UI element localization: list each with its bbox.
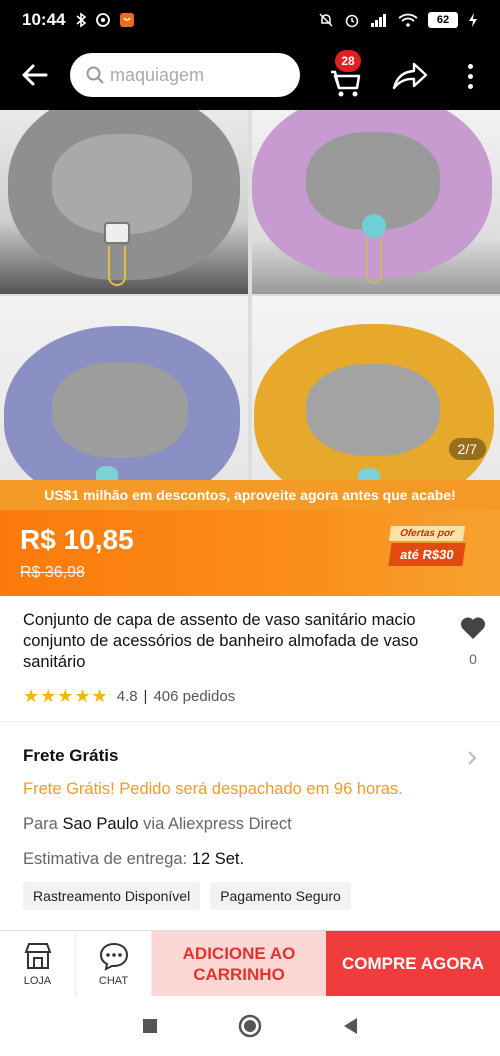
- rating-separator: |: [143, 688, 148, 705]
- charging-icon: [469, 13, 477, 27]
- product-info: Conjunto de capa de assento de vaso sani…: [0, 596, 500, 722]
- wishlist-count: 0: [469, 651, 477, 667]
- shipping-destination: Para Sao Paulo via Aliexpress Direct: [23, 815, 292, 834]
- silent-icon: [319, 13, 333, 27]
- destination-suffix: via Aliexpress Direct: [138, 815, 292, 833]
- cart-button[interactable]: 28: [325, 50, 371, 100]
- image-counter: 2/7: [448, 438, 486, 460]
- recent-apps-icon[interactable]: [142, 1018, 158, 1034]
- shipping-tags: Rastreamento Disponível Pagamento Seguro: [23, 882, 351, 910]
- promo-banner[interactable]: US$1 milhão em descontos, aproveite agor…: [0, 480, 500, 510]
- share-button[interactable]: [390, 58, 430, 94]
- chat-icon: [99, 942, 128, 971]
- back-button[interactable]: [0, 40, 70, 110]
- add-to-cart-button[interactable]: ADICIONE AO CARRINHO: [152, 931, 326, 997]
- home-icon[interactable]: [238, 1014, 262, 1038]
- store-label: LOJA: [23, 975, 52, 987]
- eta-prefix: Estimativa de entrega:: [23, 850, 192, 868]
- store-button[interactable]: LOJA: [0, 931, 76, 997]
- signal-icon: [371, 14, 386, 27]
- dot-icon: [467, 83, 473, 89]
- gallery-image-pink: [252, 110, 500, 294]
- rating-row[interactable]: ★★★★★ 4.8 | 406 pedidos: [23, 686, 235, 707]
- back-nav-icon[interactable]: [342, 1017, 358, 1035]
- offer-badge-bottom: até R$30: [388, 543, 466, 566]
- status-system-icons: 62: [318, 12, 478, 28]
- chat-label: CHAT: [98, 975, 129, 987]
- bluetooth-icon: [76, 12, 87, 28]
- app-notification-icon: [96, 13, 111, 27]
- star-rating-icons: ★★★★★: [23, 686, 109, 706]
- heart-icon: [460, 617, 486, 639]
- product-image-gallery[interactable]: 2/7: [0, 110, 500, 480]
- search-input[interactable]: maquiagem: [70, 53, 300, 97]
- search-icon: [86, 66, 104, 84]
- back-arrow-icon: [22, 64, 48, 86]
- dot-icon: [467, 63, 473, 69]
- status-notification-icons: [75, 12, 135, 28]
- share-icon: [392, 62, 428, 90]
- original-price: R$ 36,98: [20, 564, 85, 581]
- system-navigation-bar: [0, 996, 500, 1056]
- alarm-icon: [345, 14, 359, 28]
- offer-badge[interactable]: Ofertas por até R$30: [388, 526, 466, 576]
- status-bar: 10:44 62: [0, 0, 500, 40]
- price-section: R$ 10,85 R$ 36,98 Ofertas por até R$30: [0, 510, 500, 596]
- free-shipping-notice: Frete Grátis! Pedido será despachado em …: [23, 780, 403, 798]
- chat-button[interactable]: CHAT: [76, 931, 152, 997]
- destination-city: Sao Paulo: [62, 815, 139, 833]
- search-placeholder: maquiagem: [110, 64, 205, 85]
- current-price: R$ 10,85: [20, 524, 134, 555]
- offer-badge-top: Ofertas por: [388, 526, 466, 541]
- clock: 10:44: [22, 10, 66, 29]
- more-options-button[interactable]: [455, 58, 485, 94]
- bottom-action-bar: LOJA CHAT ADICIONE AO CARRINHO COMPRE AG…: [0, 930, 500, 997]
- battery-level: 62: [428, 12, 458, 28]
- buy-now-button[interactable]: COMPRE AGORA: [326, 931, 500, 997]
- delivery-estimate: Estimativa de entrega: 12 Set.: [23, 850, 244, 869]
- cart-count-badge: 28: [335, 50, 361, 72]
- shipping-title: Frete Grátis: [23, 746, 119, 765]
- rating-value: 4.8: [116, 688, 138, 705]
- wifi-icon: [398, 13, 418, 27]
- aliexpress-notification-icon: [120, 13, 135, 27]
- destination-prefix: Para: [23, 815, 63, 833]
- tag-secure-payment: Pagamento Seguro: [210, 882, 351, 910]
- chevron-right-icon: [468, 751, 477, 765]
- orders-count: 406 pedidos: [153, 688, 236, 705]
- product-title: Conjunto de capa de assento de vaso sani…: [23, 611, 419, 671]
- wishlist-button[interactable]: 0: [456, 616, 490, 667]
- store-icon: [24, 943, 51, 969]
- eta-date: 12 Set.: [191, 850, 245, 868]
- gallery-image-gray: [0, 110, 248, 294]
- tag-tracking: Rastreamento Disponível: [23, 882, 201, 910]
- dot-icon: [467, 73, 473, 79]
- top-app-bar: maquiagem 28: [0, 40, 500, 110]
- shipping-section[interactable]: Frete Grátis Frete Grátis! Pedido será d…: [0, 722, 500, 928]
- gallery-image-purple: [0, 296, 248, 480]
